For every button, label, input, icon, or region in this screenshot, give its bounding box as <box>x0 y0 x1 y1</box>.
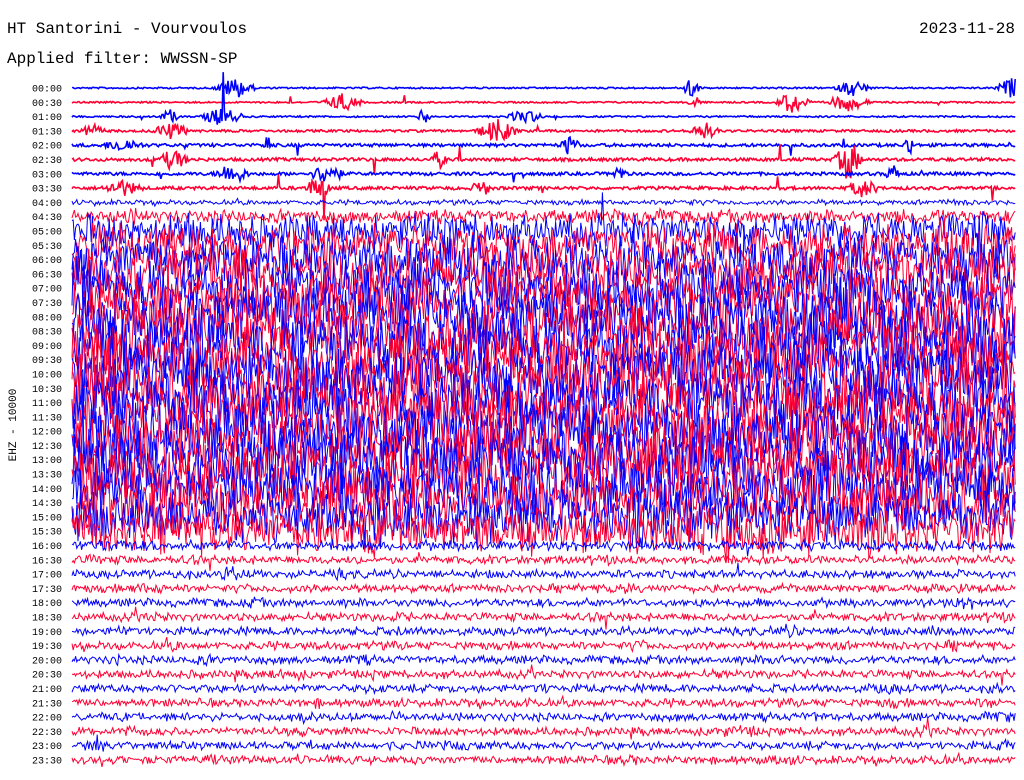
trace-0430 <box>71 206 1016 227</box>
trace-time-label: 07:00 <box>32 285 62 296</box>
trace-time-label: 16:00 <box>32 542 62 553</box>
trace-time-label: 11:30 <box>32 413 62 424</box>
trace-time-label: 21:00 <box>32 685 62 696</box>
trace-time-label: 14:30 <box>32 499 62 510</box>
trace-time-label: 01:30 <box>32 127 62 138</box>
trace-time-label: 05:30 <box>32 242 62 253</box>
trace-1700 <box>71 562 1016 582</box>
trace-1930 <box>71 636 1016 653</box>
trace-time-label: 23:30 <box>32 757 62 768</box>
trace-1830 <box>71 606 1016 630</box>
trace-time-label: 05:00 <box>32 227 62 238</box>
trace-time-label: 14:00 <box>32 485 62 496</box>
trace-1730 <box>71 581 1016 596</box>
trace-2100 <box>71 681 1016 696</box>
trace-time-label: 16:30 <box>32 556 62 567</box>
trace-time-label: 13:00 <box>32 456 62 467</box>
trace-time-label: 13:30 <box>32 471 62 482</box>
plot-area: 00:00 00:30 01:00 01:30 02:00 02:30 03:00 03:30… <box>32 72 1016 768</box>
trace-time-label: 15:00 <box>32 513 62 524</box>
trace-time-label: 02:30 <box>32 156 62 167</box>
trace-time-label: 09:00 <box>32 342 62 353</box>
trace-0000 <box>71 78 1016 98</box>
trace-2230 <box>71 717 1016 740</box>
trace-time-label: 20:30 <box>32 671 62 682</box>
trace-0330 <box>71 174 1016 221</box>
trace-time-label: 12:00 <box>32 428 62 439</box>
trace-time-label: 04:00 <box>32 199 62 210</box>
trace-time-label: 21:30 <box>32 699 62 710</box>
trace-0130 <box>71 119 1016 142</box>
helicorder-chart: HT Santorini - Vourvoulos Applied filter… <box>0 0 1024 780</box>
trace-time-label: 00:30 <box>32 99 62 110</box>
trace-time-label: 07:30 <box>32 299 62 310</box>
trace-time-label: 11:00 <box>32 399 62 410</box>
trace-time-label: 18:00 <box>32 599 62 610</box>
trace-time-label: 06:30 <box>32 270 62 281</box>
trace-time-label: 00:00 <box>32 85 62 96</box>
trace-0400 <box>71 197 1016 208</box>
trace-time-label: 20:00 <box>32 656 62 667</box>
trace-time-label: 08:30 <box>32 328 62 339</box>
trace-time-label: 19:30 <box>32 642 62 653</box>
trace-time-label: 17:00 <box>32 571 62 582</box>
trace-time-label: 18:30 <box>32 614 62 625</box>
trace-time-label: 19:00 <box>32 628 62 639</box>
trace-time-label: 04:30 <box>32 213 62 224</box>
trace-time-label: 23:00 <box>32 742 62 753</box>
trace-2330 <box>71 751 1016 768</box>
trace-time-label: 22:00 <box>32 714 62 725</box>
trace-time-label: 02:00 <box>32 142 62 153</box>
trace-time-label: 08:00 <box>32 313 62 324</box>
trace-1630 <box>71 552 1016 572</box>
trace-time-label: 01:00 <box>32 113 62 124</box>
trace-2000 <box>71 652 1016 668</box>
trace-0200 <box>71 135 1016 156</box>
trace-2200 <box>71 709 1016 726</box>
trace-2030 <box>71 664 1016 686</box>
trace-0100 <box>71 72 1016 125</box>
trace-time-label: 22:30 <box>32 728 62 739</box>
trace-time-label: 03:30 <box>32 185 62 196</box>
trace-1800 <box>71 596 1016 610</box>
trace-time-label: 10:00 <box>32 370 62 381</box>
trace-2300 <box>71 734 1016 752</box>
trace-time-label: 17:30 <box>32 585 62 596</box>
trace-time-label: 12:30 <box>32 442 62 453</box>
trace-time-label: 03:00 <box>32 170 62 181</box>
trace-time-label: 15:30 <box>32 528 62 539</box>
trace-0300 <box>71 165 1016 185</box>
trace-0030 <box>71 93 1016 113</box>
trace-time-label: 06:00 <box>32 256 62 267</box>
trace-1900 <box>71 623 1016 639</box>
trace-time-label: 10:30 <box>32 385 62 396</box>
trace-2130 <box>71 694 1016 710</box>
trace-time-label: 09:30 <box>32 356 62 367</box>
